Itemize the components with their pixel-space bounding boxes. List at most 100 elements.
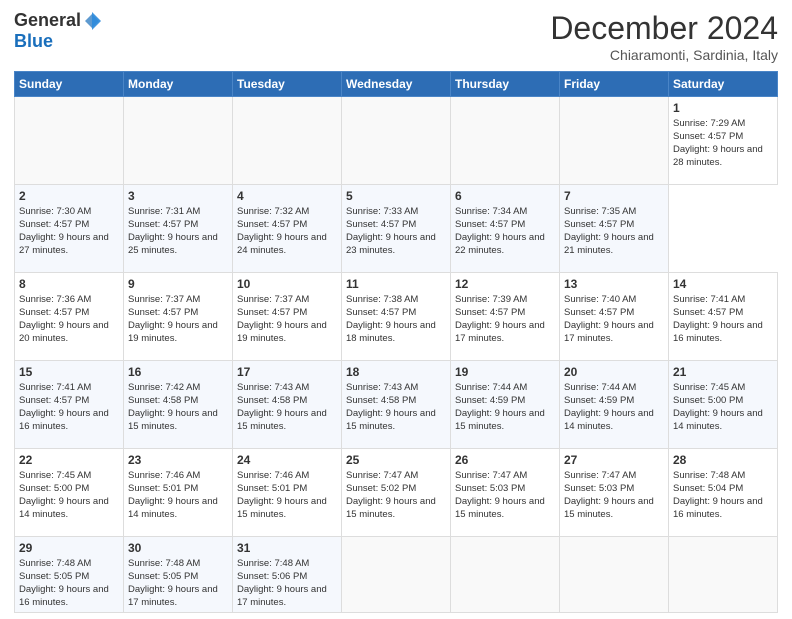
day-number: 27 [564,452,664,468]
daylight-text: Daylight: 9 hours and 15 minutes. [346,408,436,432]
day-number: 31 [237,540,337,556]
logo: General Blue [14,10,101,52]
logo-general-text: General [14,10,81,31]
sunset-text: Sunset: 5:03 PM [455,483,525,494]
sunrise-text: Sunrise: 7:44 AM [564,382,636,393]
empty-cell [669,537,778,613]
daylight-text: Daylight: 9 hours and 18 minutes. [346,320,436,344]
sunrise-text: Sunrise: 7:42 AM [128,382,200,393]
sunrise-text: Sunrise: 7:48 AM [128,558,200,569]
sunrise-text: Sunrise: 7:41 AM [19,382,91,393]
day-of-week-header: Saturday [669,72,778,97]
sunrise-text: Sunrise: 7:40 AM [564,294,636,305]
sunset-text: Sunset: 5:05 PM [128,571,198,582]
sunrise-text: Sunrise: 7:31 AM [128,206,200,217]
location-subtitle: Chiaramonti, Sardinia, Italy [550,47,778,63]
calendar-day-cell: 8Sunrise: 7:36 AMSunset: 4:57 PMDaylight… [15,273,124,361]
calendar-day-cell: 1Sunrise: 7:29 AMSunset: 4:57 PMDaylight… [669,97,778,185]
empty-cell [451,97,560,185]
sunrise-text: Sunrise: 7:45 AM [673,382,745,393]
sunrise-text: Sunrise: 7:47 AM [455,470,527,481]
empty-cell [233,97,342,185]
calendar-day-cell: 25Sunrise: 7:47 AMSunset: 5:02 PMDayligh… [342,449,451,537]
calendar-day-cell: 22Sunrise: 7:45 AMSunset: 5:00 PMDayligh… [15,449,124,537]
calendar-day-cell: 11 Sunrise: 7:38 AM Sunset: 4:57 PM Dayligh… [342,273,451,361]
sunset-text: Sunset: 5:03 PM [564,483,634,494]
daylight-text: Daylight: 9 hours and 25 minutes. [128,232,218,256]
calendar-day-cell: 5Sunrise: 7:33 AMSunset: 4:57 PMDaylight… [342,185,451,273]
sunrise-text: Sunrise: 7:39 AM [455,294,527,305]
day-of-week-header: Wednesday [342,72,451,97]
sunrise-text: Sunrise: 7:38 AM [346,294,418,305]
sunset-text: Sunset: 4:57 PM [237,307,307,318]
daylight-text: Daylight: 9 hours and 16 minutes. [19,408,109,432]
day-number: 26 [455,452,555,468]
day-number: 17 [237,364,337,380]
sunset-text: Sunset: 5:01 PM [237,483,307,494]
calendar-day-cell: 7Sunrise: 7:35 AMSunset: 4:57 PMDaylight… [560,185,669,273]
daylight-text: Daylight: 9 hours and 28 minutes. [673,144,763,168]
daylight-text: Daylight: 9 hours and 14 minutes. [19,496,109,520]
empty-cell [15,97,124,185]
daylight-text: Daylight: 9 hours and 15 minutes. [564,496,654,520]
day-number: 2 [19,188,119,204]
sunrise-text: Sunrise: 7:32 AM [237,206,309,217]
day-number: 30 [128,540,228,556]
sunrise-text: Sunrise: 7:45 AM [19,470,91,481]
sunset-text: Sunset: 4:57 PM [128,219,198,230]
day-number: 25 [346,452,446,468]
calendar-day-cell: 30 Sunrise: 7:48 AM Sunset: 5:05 PM Dayligh… [124,537,233,613]
sunset-text: Sunset: 4:57 PM [128,307,198,318]
sunset-text: Sunset: 4:57 PM [346,307,416,318]
logo-flag-icon [83,12,101,30]
day-number: 24 [237,452,337,468]
calendar-day-cell: 26Sunrise: 7:47 AMSunset: 5:03 PMDayligh… [451,449,560,537]
page-header: General Blue December 2024 Chiaramonti, … [14,10,778,63]
sunset-text: Sunset: 5:02 PM [346,483,416,494]
sunrise-text: Sunrise: 7:37 AM [128,294,200,305]
daylight-text: Daylight: 9 hours and 23 minutes. [346,232,436,256]
sunrise-text: Sunrise: 7:30 AM [19,206,91,217]
sunset-text: Sunset: 4:57 PM [455,307,525,318]
sunrise-text: Sunrise: 7:47 AM [564,470,636,481]
sunset-text: Sunset: 5:04 PM [673,483,743,494]
daylight-text: Daylight: 9 hours and 20 minutes. [19,320,109,344]
calendar-day-cell: 15Sunrise: 7:41 AMSunset: 4:57 PMDayligh… [15,361,124,449]
day-number: 14 [673,276,773,292]
day-number: 1 [673,100,773,116]
empty-cell [124,97,233,185]
day-of-week-header: Sunday [15,72,124,97]
sunset-text: Sunset: 5:00 PM [673,395,743,406]
day-number: 9 [128,276,228,292]
day-number: 20 [564,364,664,380]
day-number: 7 [564,188,664,204]
sunset-text: Sunset: 4:59 PM [455,395,525,406]
calendar-table: SundayMondayTuesdayWednesdayThursdayFrid… [14,71,778,613]
daylight-text: Daylight: 9 hours and 16 minutes. [673,320,763,344]
daylight-text: Daylight: 9 hours and 27 minutes. [19,232,109,256]
calendar-day-cell: 12 Sunrise: 7:39 AM Sunset: 4:57 PM Dayligh… [451,273,560,361]
sunset-text: Sunset: 4:57 PM [19,307,89,318]
sunrise-text: Sunrise: 7:33 AM [346,206,418,217]
title-area: December 2024 Chiaramonti, Sardinia, Ita… [550,10,778,63]
day-number: 5 [346,188,446,204]
daylight-text: Daylight: 9 hours and 21 minutes. [564,232,654,256]
sunrise-text: Sunrise: 7:29 AM [673,118,745,129]
daylight-text: Daylight: 9 hours and 17 minutes. [455,320,545,344]
daylight-text: Daylight: 9 hours and 17 minutes. [237,584,327,608]
daylight-text: Daylight: 9 hours and 15 minutes. [455,408,545,432]
calendar-day-cell: 4Sunrise: 7:32 AMSunset: 4:57 PMDaylight… [233,185,342,273]
day-number: 3 [128,188,228,204]
day-number: 23 [128,452,228,468]
day-number: 8 [19,276,119,292]
logo-blue-text: Blue [14,31,53,51]
daylight-text: Daylight: 9 hours and 17 minutes. [128,584,218,608]
sunset-text: Sunset: 4:58 PM [346,395,416,406]
sunrise-text: Sunrise: 7:48 AM [237,558,309,569]
day-number: 18 [346,364,446,380]
day-number: 19 [455,364,555,380]
day-number: 11 [346,276,446,292]
day-number: 12 [455,276,555,292]
day-number: 6 [455,188,555,204]
daylight-text: Daylight: 9 hours and 19 minutes. [237,320,327,344]
